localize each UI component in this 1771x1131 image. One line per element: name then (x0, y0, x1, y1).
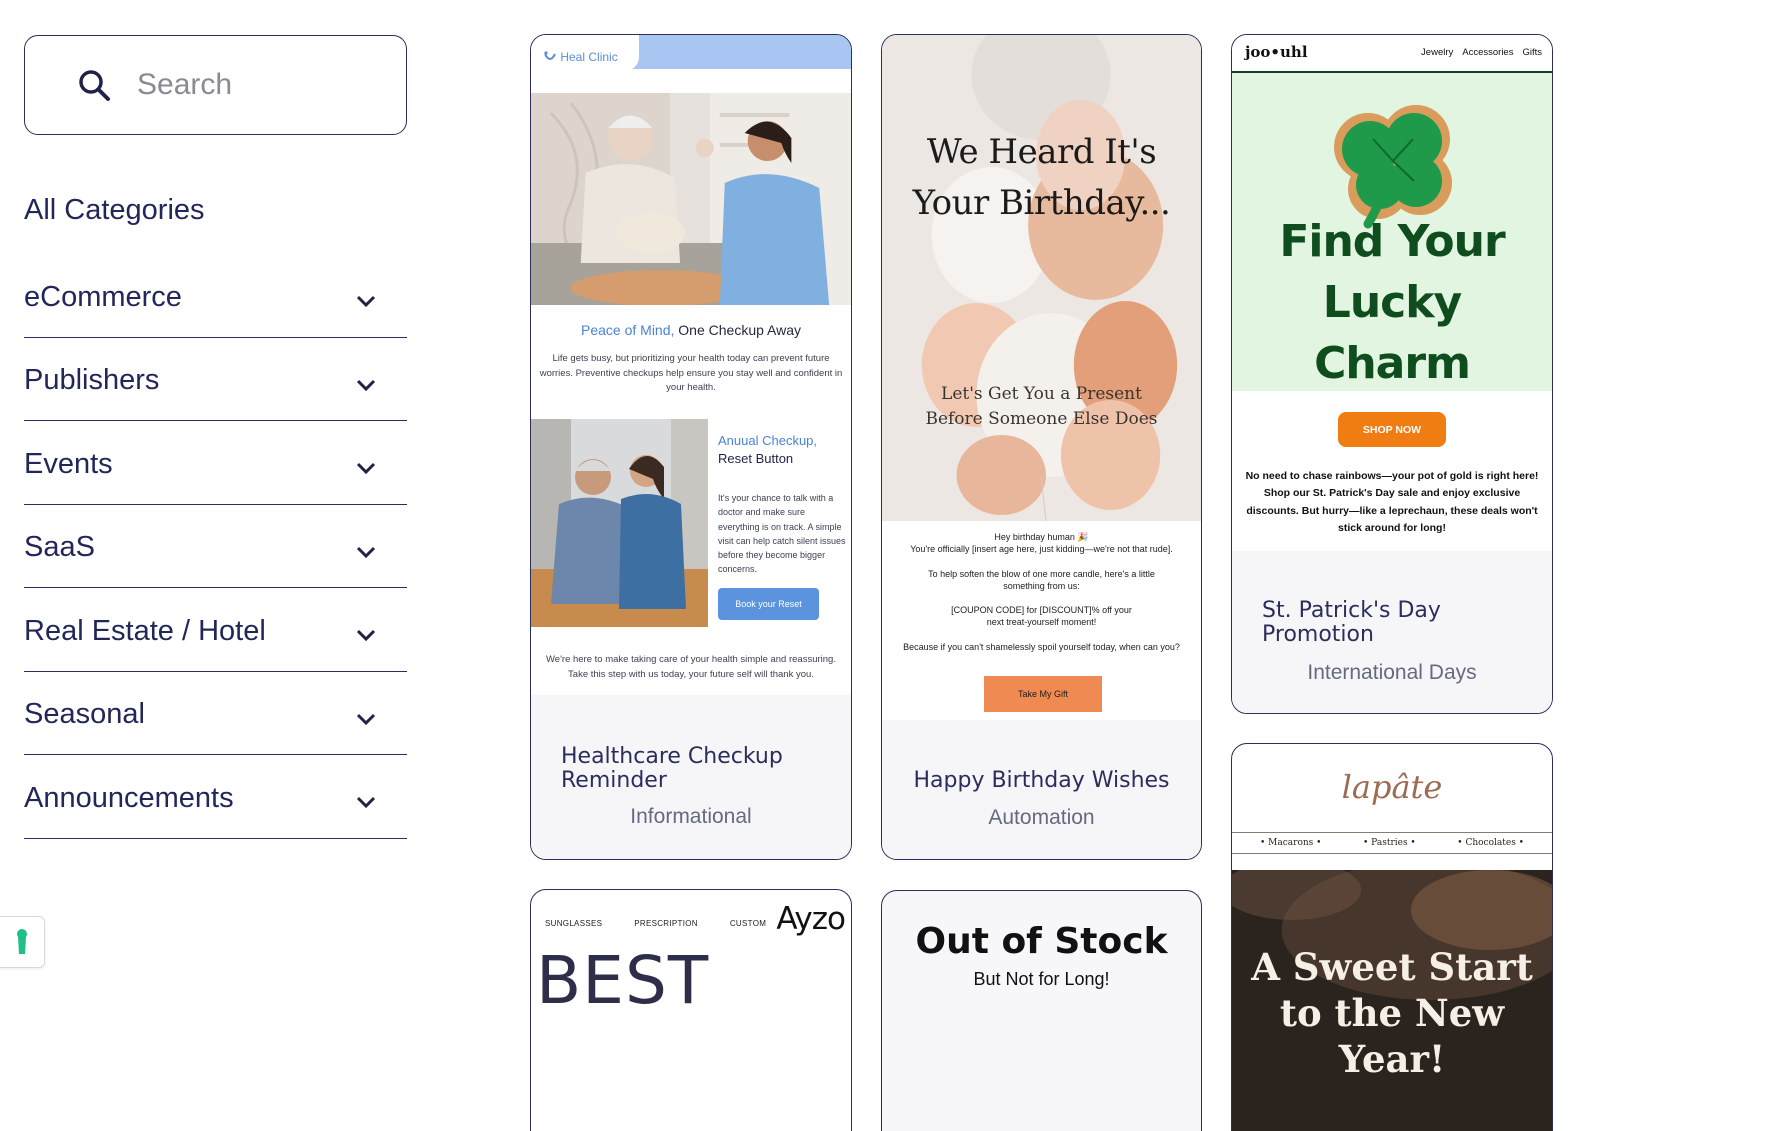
section-title: Anuual Checkup, Reset Button (718, 432, 843, 468)
template-card-healthcare[interactable]: Heal Clinic Peace of Mind, One Checkup A… (530, 34, 852, 860)
heal-clinic-logo: Heal Clinic (543, 50, 618, 64)
email-headline: BEST (536, 942, 710, 1019)
nav-item: Gifts (1522, 47, 1542, 58)
email-nav: • Macarons • • Pastries • • Chocolates • (1232, 832, 1552, 854)
take-gift-button: Take My Gift (984, 676, 1102, 712)
email-subheadline: But Not for Long! (973, 969, 1110, 989)
nav-item: • Pastries • (1363, 838, 1416, 848)
book-reset-button: Book your Reset (718, 588, 819, 620)
title-main: Reset Button (718, 451, 794, 466)
card-footer: Healthcare Checkup Reminder Informationa… (531, 695, 851, 859)
template-card-bakery[interactable]: lapâte • Macarons • • Pastries • • Choco… (1231, 743, 1553, 1131)
template-card-st-patricks[interactable]: joo•uhl Jewelry Accessories Gifts Find Y… (1231, 34, 1553, 714)
nav-item: SUNGLASSES (545, 919, 603, 928)
logo-text: Heal Clinic (560, 50, 618, 64)
email-body-text: Life gets busy, but prioritizing your he… (539, 353, 843, 393)
card-title[interactable]: Happy Birthday Wishes (882, 769, 1201, 793)
card-footer: Happy Birthday Wishes Automation (882, 720, 1201, 859)
email-nav: Jewelry Accessories Gifts (1421, 47, 1542, 58)
section-body: It's your chance to talk with a doctor a… (718, 493, 846, 575)
cookie-preferences-button[interactable] (0, 916, 45, 968)
email-header: joo•uhl Jewelry Accessories Gifts (1232, 35, 1552, 73)
bakery-logo: lapâte (1341, 768, 1443, 806)
email-headline: A Sweet Start to the New Year! (1251, 945, 1533, 1081)
chevron-down-icon (356, 713, 376, 725)
template-card-birthday[interactable]: We Heard It's Your Birthday... Let's Get… (881, 34, 1202, 860)
category-item-events[interactable]: Events (24, 421, 407, 505)
shamrock-cookie-image (1334, 105, 1452, 229)
chevron-down-icon (356, 797, 376, 809)
category-label: Seasonal (24, 698, 145, 731)
template-card-ayzo[interactable]: SUNGLASSES PRESCRIPTION CUSTOM Ayzo BEST (530, 889, 852, 1131)
nav-item: CUSTOM (729, 919, 767, 928)
email-headline: Out of Stock (915, 921, 1168, 962)
email-footer-text: We're here to make taking care of your h… (546, 654, 836, 680)
ayzo-logo: Ayzo (776, 901, 846, 937)
email-body-text: No need to chase rainbows—your pot of go… (1245, 470, 1539, 535)
chevron-down-icon (356, 546, 376, 558)
search-icon (79, 70, 110, 101)
jewelry-logo: joo•uhl (1245, 43, 1308, 61)
chevron-down-icon (356, 630, 376, 642)
email-headline: We Heard It's Your Birthday... (912, 132, 1171, 223)
email-nav: SUNGLASSES PRESCRIPTION CUSTOM (545, 919, 766, 928)
email-headline: Peace of Mind, One Checkup Away (531, 322, 851, 338)
body-line: Because if you can't shamelessly spoil y… (903, 641, 1180, 652)
category-label: Announcements (24, 781, 234, 814)
category-list: eCommerce Publishers Events SaaS Real Es… (24, 254, 407, 839)
category-item-seasonal[interactable]: Seasonal (24, 672, 407, 755)
chevron-down-icon (356, 296, 376, 308)
email-body-text: Hey birthday human 🎉 You're officially [… (888, 531, 1195, 653)
category-item-announcements[interactable]: Announcements (24, 755, 407, 839)
card-category: Informational (630, 805, 752, 828)
body-line: To help soften the blow of one more cand… (928, 568, 1155, 591)
search-input[interactable] (137, 68, 377, 102)
nav-item: • Macarons • (1260, 838, 1322, 848)
doctor-patient-photo (531, 93, 851, 305)
shop-now-button: SHOP NOW (1338, 412, 1446, 447)
chevron-down-icon (356, 379, 376, 391)
nav-item: Jewelry (1421, 47, 1454, 58)
body-line: [COUPON CODE] for [DISCOUNT]% off your n… (951, 605, 1132, 628)
nav-item: PRESCRIPTION (634, 919, 698, 928)
category-item-saas[interactable]: SaaS (24, 505, 407, 588)
headline-accent: Peace of Mind, (581, 322, 675, 338)
chevron-down-icon (356, 463, 376, 475)
nav-item: • Chocolates • (1457, 838, 1524, 848)
template-card-out-of-stock[interactable]: Out of Stock But Not for Long! (881, 890, 1202, 1131)
all-categories-heading[interactable]: All Categories (24, 194, 205, 227)
card-category: International Days (1307, 661, 1477, 684)
search-box[interactable] (24, 35, 407, 135)
email-subheadline: Let's Get You a Present Before Someone E… (925, 384, 1158, 429)
category-item-ecommerce[interactable]: eCommerce (24, 254, 407, 338)
email-headline: Find Your Lucky Charm (1279, 216, 1505, 389)
category-label: Real Estate / Hotel (24, 614, 266, 647)
clinic-icon (544, 51, 556, 60)
card-title[interactable]: St. Patrick's Day Promotion (1262, 599, 1522, 647)
greeting-line: Hey birthday human 🎉 (994, 532, 1089, 542)
body-line: You're officially [insert age here, just… (910, 544, 1173, 555)
category-label: Events (24, 447, 113, 480)
nav-item: Accessories (1462, 47, 1514, 58)
header-divider (531, 69, 851, 93)
card-category: Automation (988, 806, 1095, 829)
category-label: Publishers (24, 364, 160, 397)
balloons-image (882, 35, 1201, 521)
keyhole-icon (16, 929, 27, 954)
category-item-publishers[interactable]: Publishers (24, 338, 407, 421)
headline-main: One Checkup Away (674, 322, 801, 338)
category-label: eCommerce (24, 280, 182, 313)
category-item-real-estate-hotel[interactable]: Real Estate / Hotel (24, 588, 407, 672)
card-footer: St. Patrick's Day Promotion Internationa… (1232, 551, 1552, 713)
title-accent: Anuual Checkup, (718, 433, 818, 448)
patient-nurse-photo (531, 419, 708, 627)
card-title[interactable]: Healthcare Checkup Reminder (561, 745, 821, 793)
category-label: SaaS (24, 531, 95, 564)
